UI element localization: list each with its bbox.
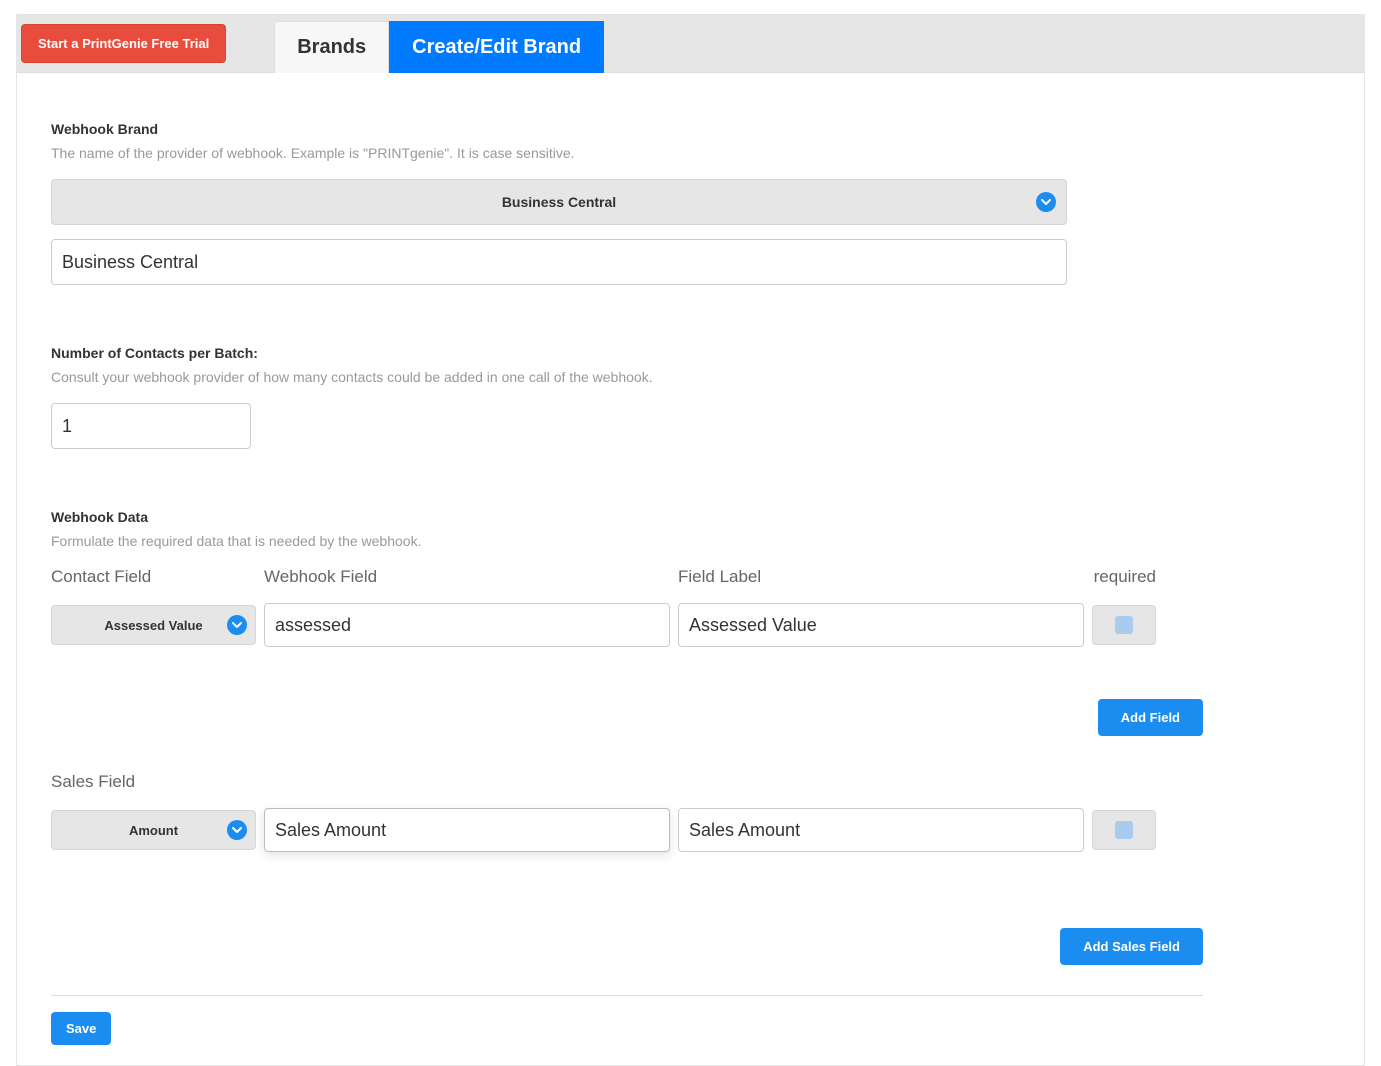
chevron-down-icon: [227, 820, 247, 840]
sales-field-select[interactable]: Amount: [51, 810, 256, 850]
webhook-brand-subtitle: The name of the provider of webhook. Exa…: [51, 145, 1330, 161]
sales-field-row: Amount: [51, 808, 1330, 852]
chevron-down-icon: [1036, 192, 1056, 212]
sales-field-select-value: Amount: [129, 823, 178, 838]
contacts-per-batch-title: Number of Contacts per Batch:: [51, 345, 1330, 361]
contacts-per-batch-input[interactable]: [51, 403, 251, 449]
checkbox-inner: [1115, 821, 1133, 839]
add-sales-field-button[interactable]: Add Sales Field: [1060, 928, 1203, 965]
tab-brands[interactable]: Brands: [274, 21, 389, 73]
field-label-input[interactable]: [678, 603, 1084, 647]
contact-field-row: Assessed Value: [51, 603, 1330, 647]
topbar: Start a PrintGenie Free Trial Brands Cre…: [17, 15, 1364, 73]
contact-field-select[interactable]: Assessed Value: [51, 605, 256, 645]
sales-field-header: Sales Field: [51, 772, 1330, 792]
column-header-webhook-field: Webhook Field: [264, 567, 670, 587]
form-content: Webhook Brand The name of the provider o…: [17, 73, 1364, 1065]
tabs: Brands Create/Edit Brand: [274, 20, 604, 72]
webhook-data-subtitle: Formulate the required data that is need…: [51, 533, 1330, 549]
start-free-trial-button[interactable]: Start a PrintGenie Free Trial: [21, 24, 226, 63]
sales-required-checkbox[interactable]: [1092, 810, 1156, 850]
sales-webhook-field-input[interactable]: [264, 808, 670, 852]
main-panel: Start a PrintGenie Free Trial Brands Cre…: [16, 14, 1365, 1066]
webhook-field-input[interactable]: [264, 603, 670, 647]
sales-field-label-input[interactable]: [678, 808, 1084, 852]
contacts-per-batch-subtitle: Consult your webhook provider of how man…: [51, 369, 1330, 385]
checkbox-inner: [1115, 616, 1133, 634]
webhook-brand-title: Webhook Brand: [51, 121, 1330, 137]
column-header-field-label: Field Label: [678, 567, 1084, 587]
chevron-down-icon: [227, 615, 247, 635]
column-header-required: required: [1092, 567, 1156, 587]
divider: [51, 995, 1203, 996]
required-checkbox[interactable]: [1092, 605, 1156, 645]
column-header-contact-field: Contact Field: [51, 567, 256, 587]
tab-create-edit-brand[interactable]: Create/Edit Brand: [389, 21, 604, 73]
add-field-button[interactable]: Add Field: [1098, 699, 1203, 736]
webhook-brand-input[interactable]: [51, 239, 1067, 285]
contact-field-select-value: Assessed Value: [104, 618, 202, 633]
webhook-data-title: Webhook Data: [51, 509, 1330, 525]
webhook-brand-select-value: Business Central: [502, 194, 616, 210]
save-button[interactable]: Save: [51, 1012, 111, 1045]
webhook-data-column-headers: Contact Field Webhook Field Field Label …: [51, 567, 1330, 587]
webhook-brand-select[interactable]: Business Central: [51, 179, 1067, 225]
